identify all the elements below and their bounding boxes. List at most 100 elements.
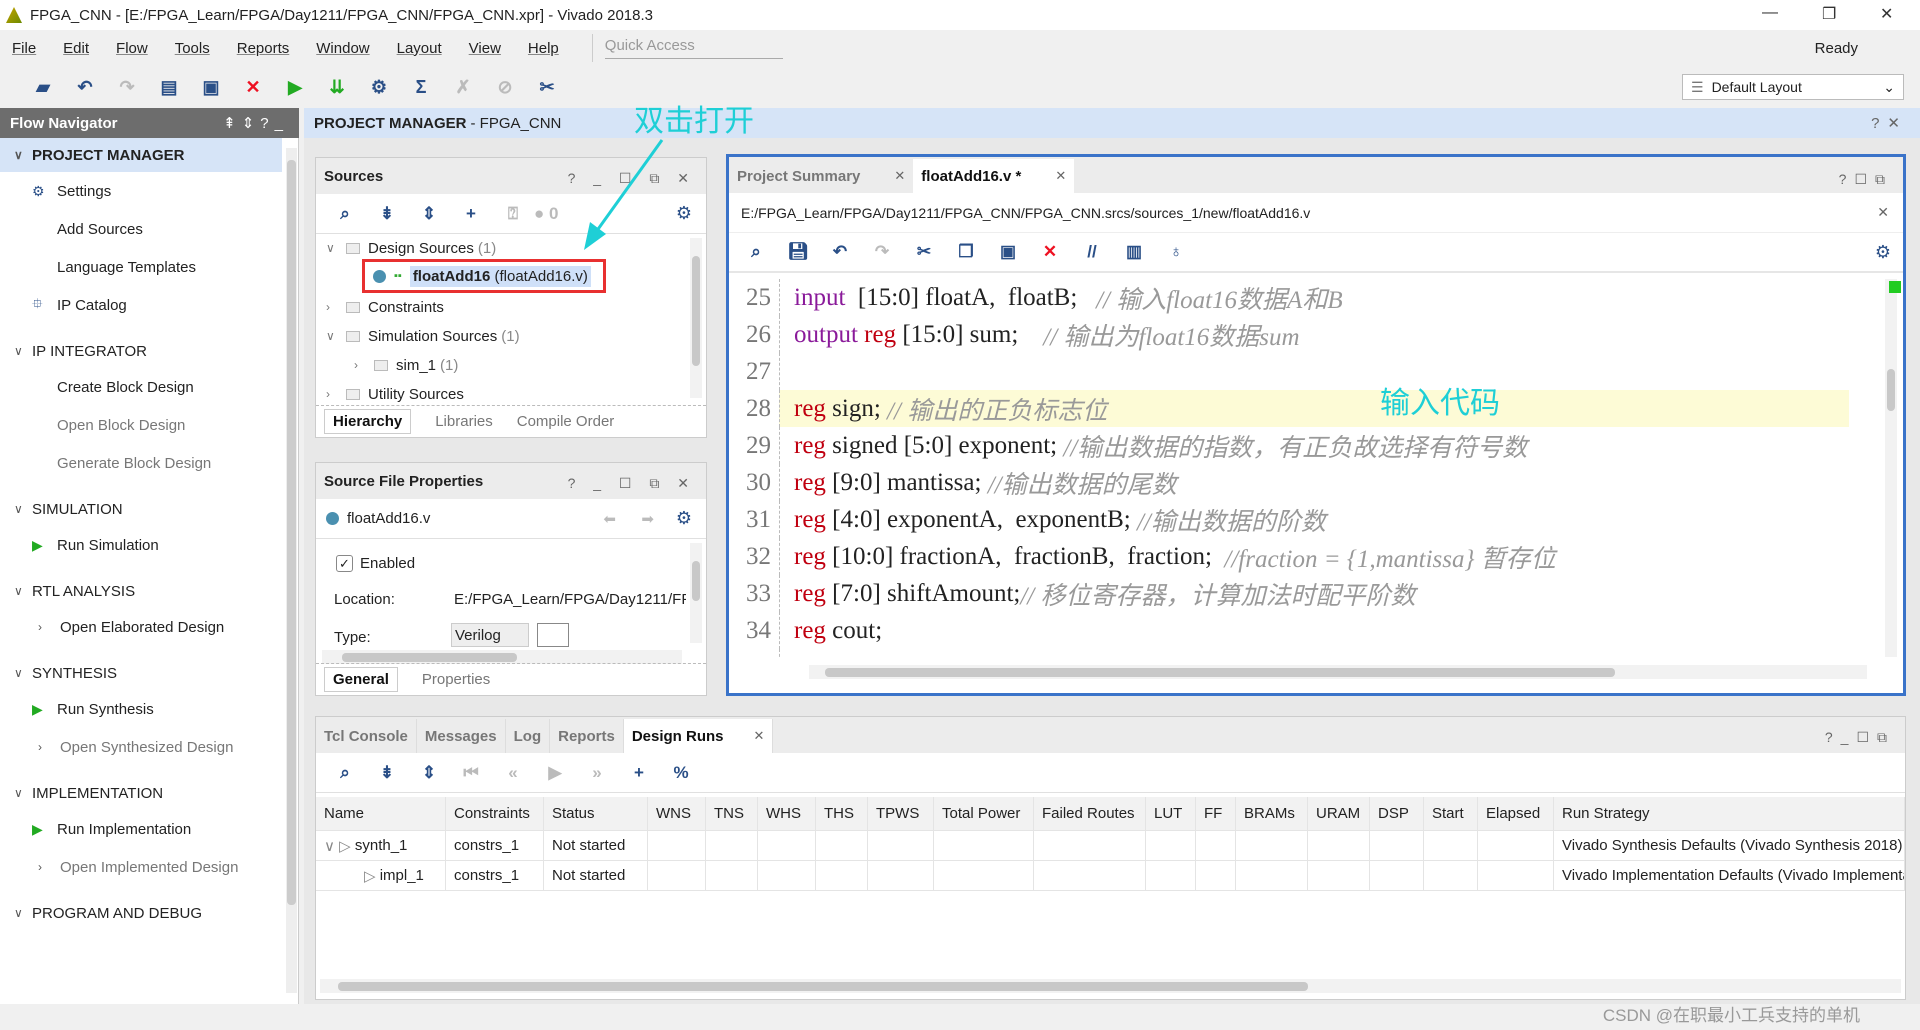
- close-button[interactable]: ✕: [1880, 4, 1893, 24]
- menu-layout[interactable]: Layout: [397, 40, 442, 57]
- undo-icon[interactable]: ↶: [64, 73, 106, 101]
- undo-icon[interactable]: ↶: [819, 242, 861, 262]
- tree-simulation-sources[interactable]: ∨ Simulation Sources (1): [326, 322, 520, 350]
- disabled-tool2-icon[interactable]: ⊘: [484, 73, 526, 101]
- sigma-icon[interactable]: Σ: [400, 73, 442, 101]
- table-row[interactable]: ∨ ▷ synth_1 constrs_1 Not started Vivado Sy…: [316, 831, 1905, 861]
- nav-item-add-sources[interactable]: Add Sources: [0, 212, 282, 246]
- nav-section-simulation[interactable]: ∨ SIMULATION: [0, 492, 282, 526]
- column-header[interactable]: Run Strategy: [1554, 797, 1905, 830]
- expand-all-icon[interactable]: ⇕: [408, 763, 450, 783]
- column-header[interactable]: Total Power: [934, 797, 1034, 830]
- fast-forward-icon[interactable]: »: [576, 763, 618, 783]
- column-header[interactable]: WHS: [758, 797, 816, 830]
- sources-scrollbar[interactable]: [690, 238, 702, 398]
- nav-item-run-synthesis[interactable]: ▶ Run Synthesis: [0, 692, 282, 726]
- nav-section-program-and-debug[interactable]: ∨ PROGRAM AND DEBUG: [0, 896, 282, 930]
- column-header[interactable]: WNS: [648, 797, 706, 830]
- menu-help[interactable]: Help: [528, 40, 559, 57]
- paste-icon[interactable]: ▣: [987, 242, 1029, 262]
- quick-access-input[interactable]: Quick Access: [604, 37, 783, 59]
- menu-flow[interactable]: Flow: [116, 40, 148, 57]
- redo-icon[interactable]: ↷: [861, 242, 903, 262]
- gear-icon[interactable]: ⚙: [676, 203, 692, 224]
- percent-icon[interactable]: %: [660, 763, 702, 783]
- panel-window-controls[interactable]: ? _ ☐ ⧉ ✕: [568, 475, 696, 492]
- code-line[interactable]: 30 reg [9:0] mantissa; //输出数据的尾数: [729, 464, 1849, 501]
- table-row[interactable]: ▷ impl_1 constrs_1 Not started Vivado Imple…: [316, 861, 1905, 891]
- nav-item-run-implementation[interactable]: ▶ Run Implementation: [0, 812, 282, 846]
- tab-hierarchy[interactable]: Hierarchy: [324, 409, 412, 434]
- quick-access-search[interactable]: Quick Access: [591, 34, 783, 62]
- flow-nav-scrollbar[interactable]: [286, 148, 297, 993]
- gear-icon[interactable]: ⚙: [676, 508, 692, 529]
- close-icon[interactable]: ✕: [754, 728, 765, 744]
- nav-item-open-elaborated-design[interactable]: › Open Elaborated Design: [0, 610, 282, 644]
- nav-item-language-templates[interactable]: Language Templates: [0, 250, 282, 284]
- close-icon[interactable]: ✕: [1877, 204, 1889, 221]
- search-icon[interactable]: ⌕: [324, 204, 366, 224]
- nav-section-implementation[interactable]: ∨ IMPLEMENTATION: [0, 776, 282, 810]
- column-header[interactable]: Start: [1424, 797, 1478, 830]
- nav-section-ip-integrator[interactable]: ∨ IP INTEGRATOR: [0, 334, 282, 368]
- gear-icon[interactable]: ⚙: [1875, 242, 1891, 263]
- run-icon[interactable]: ▶: [274, 73, 316, 101]
- menu-file[interactable]: File: [12, 40, 36, 57]
- bitstream-icon[interactable]: ⇊: [316, 73, 358, 101]
- disabled-tool-icon[interactable]: ✗: [442, 73, 484, 101]
- comment-icon[interactable]: //: [1071, 242, 1113, 262]
- menu-edit[interactable]: Edit: [63, 40, 89, 57]
- nav-item-run-simulation[interactable]: ▶ Run Simulation: [0, 528, 282, 562]
- nav-item-create-block-design[interactable]: Create Block Design: [0, 370, 282, 404]
- nav-item-ip-catalog[interactable]: ⯐ IP Catalog: [0, 288, 282, 322]
- tree-constraints[interactable]: › Constraints: [326, 293, 444, 321]
- tab-libraries[interactable]: Libraries: [435, 413, 493, 430]
- nav-item-open-block-design[interactable]: Open Block Design: [0, 408, 282, 442]
- forward-arrow-icon[interactable]: ➡: [641, 510, 654, 528]
- nav-item-open-synthesized-design[interactable]: › Open Synthesized Design: [0, 730, 282, 764]
- minimize-button[interactable]: —: [1762, 4, 1778, 22]
- tree-floatadd16[interactable]: ▪▪ floatAdd16 (floatAdd16.v): [362, 259, 606, 293]
- tab-design-runs[interactable]: Design Runs ✕: [623, 719, 774, 753]
- column-icon[interactable]: ▥: [1113, 242, 1155, 262]
- code-line[interactable]: 31 reg [4:0] exponentA, exponentB; //输出数据…: [729, 501, 1849, 538]
- tab-project-summary[interactable]: Project Summary ✕: [729, 159, 913, 193]
- code-line[interactable]: 34 reg cout;: [729, 612, 1849, 649]
- column-header[interactable]: DSP: [1370, 797, 1424, 830]
- rewind-icon[interactable]: «: [492, 763, 534, 783]
- chevron-down-icon[interactable]: ∨ ▷: [324, 837, 355, 855]
- nav-section-synthesis[interactable]: ∨ SYNTHESIS: [0, 656, 282, 690]
- column-header[interactable]: TPWS: [868, 797, 934, 830]
- expand-all-icon[interactable]: ⇕: [408, 204, 450, 224]
- save-icon[interactable]: 💾︎: [777, 242, 819, 262]
- menu-reports[interactable]: Reports: [237, 40, 290, 57]
- column-header[interactable]: THS: [816, 797, 868, 830]
- tab-general[interactable]: General: [324, 667, 398, 692]
- panel-window-controls[interactable]: ?_☐⧉: [1825, 729, 1895, 746]
- column-header[interactable]: TNS: [706, 797, 758, 830]
- column-header[interactable]: LUT: [1146, 797, 1196, 830]
- nav-section-project-manager[interactable]: ∨ PROJECT MANAGER: [0, 138, 282, 172]
- column-header[interactable]: Elapsed: [1478, 797, 1554, 830]
- copy-icon[interactable]: ▤: [148, 73, 190, 101]
- tab-reports[interactable]: Reports: [550, 719, 624, 753]
- close-icon[interactable]: ✕: [894, 168, 905, 184]
- enabled-checkbox[interactable]: ✓ Enabled: [336, 555, 415, 572]
- editor-hscrollbar[interactable]: [809, 665, 1867, 679]
- play-icon[interactable]: ▶: [534, 763, 576, 783]
- nav-item-settings[interactable]: ⚙ Settings: [0, 174, 282, 208]
- code-line[interactable]: 26 output reg [15:0] sum; // 输出为float16数据…: [729, 316, 1849, 353]
- nav-item-open-implemented-design[interactable]: › Open Implemented Design: [0, 850, 282, 884]
- flow-nav-controls[interactable]: ⇞⇕?_: [223, 114, 289, 132]
- search-icon[interactable]: ⌕: [735, 242, 777, 262]
- column-header[interactable]: Status: [544, 797, 648, 830]
- panel-window-controls[interactable]: ?☐⧉: [1839, 171, 1893, 188]
- first-icon[interactable]: ⏮: [450, 763, 492, 783]
- tab-log[interactable]: Log: [506, 719, 551, 753]
- delete-icon[interactable]: ✕: [1029, 242, 1071, 262]
- nav-item-generate-block-design[interactable]: Generate Block Design: [0, 446, 282, 480]
- code-line[interactable]: 25 input [15:0] floatA, floatB; // 输入floa…: [729, 279, 1849, 316]
- code-line[interactable]: 28 reg sign; // 输出的正负标志位: [729, 390, 1849, 427]
- column-header[interactable]: Failed Routes: [1034, 797, 1146, 830]
- back-arrow-icon[interactable]: ⬅: [603, 510, 616, 528]
